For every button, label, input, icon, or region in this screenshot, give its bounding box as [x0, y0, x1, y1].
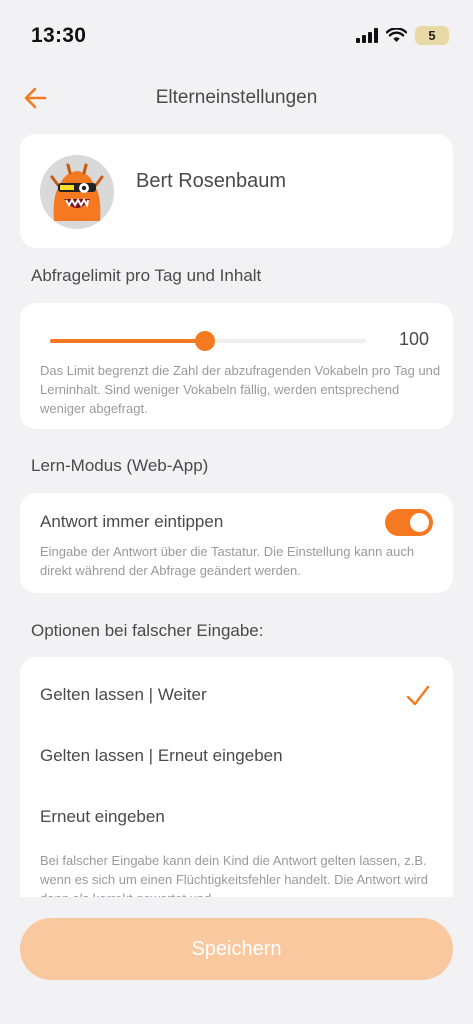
option-label: Gelten lassen | Erneut eingeben [40, 746, 283, 765]
option-accept-continue[interactable]: Gelten lassen | Weiter [20, 669, 453, 725]
toggle-knob [410, 513, 429, 532]
nav-bar: Elterneinstellungen [0, 78, 473, 122]
page-title: Elterneinstellungen [155, 87, 318, 108]
type-answer-toggle[interactable] [385, 509, 433, 536]
option-retype[interactable]: Erneut eingeben [20, 791, 453, 847]
limit-help-text: Das Limit begrenzt die Zahl der abzufrag… [40, 363, 441, 416]
slider-fill [50, 339, 205, 343]
mode-help-text: Eingabe der Antwort über die Tastatur. D… [40, 544, 415, 578]
monster-avatar-icon [40, 155, 114, 229]
mode-section-heading: Lern-Modus (Web-App) [31, 456, 209, 475]
save-button[interactable]: Speichern [20, 918, 453, 980]
option-label: Gelten lassen | Weiter [40, 685, 207, 704]
options-section-heading: Optionen bei falscher Eingabe: [31, 621, 264, 640]
slider-thumb[interactable] [194, 331, 215, 351]
option-accept-retype[interactable]: Gelten lassen | Erneut eingeben [20, 730, 453, 786]
limit-card: 100 Das Limit begrenzt die Zahl der abzu… [20, 303, 453, 429]
cellular-signal-icon [356, 28, 378, 43]
status-bar: 13:30 5 [0, 0, 473, 70]
status-time: 13:30 [31, 24, 87, 47]
wifi-icon [386, 28, 407, 42]
mode-card: Antwort immer eintippen Eingabe der Antw… [20, 493, 453, 593]
profile-card[interactable]: Bert Rosenbaum [20, 134, 453, 248]
profile-name: Bert Rosenbaum [136, 170, 287, 192]
limit-slider[interactable] [50, 331, 366, 351]
checkmark-icon [406, 685, 430, 706]
options-help-text: Bei falscher Eingabe kann dein Kind die … [40, 853, 429, 897]
battery-indicator: 5 [415, 26, 449, 45]
options-card: Gelten lassen | Weiter Gelten lassen | E… [20, 657, 453, 897]
type-answer-label: Antwort immer eintippen [40, 512, 224, 531]
slider-value: 100 [398, 329, 429, 349]
status-icons: 5 [356, 26, 449, 45]
avatar [40, 155, 114, 229]
option-label: Erneut eingeben [40, 807, 165, 826]
limit-section-heading: Abfragelimit pro Tag und Inhalt [31, 266, 262, 285]
